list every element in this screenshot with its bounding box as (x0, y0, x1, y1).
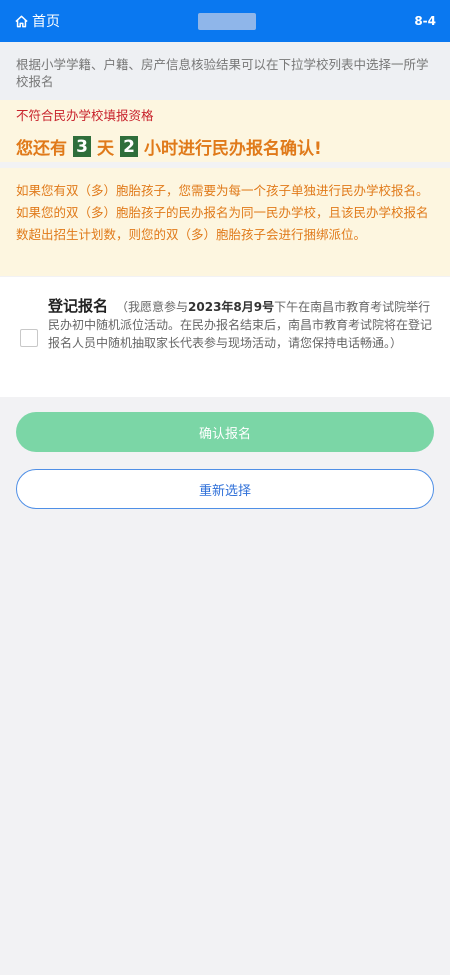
registration-checkbox[interactable] (20, 329, 38, 347)
notice-text: 如果您有双（多）胞胎孩子，您需要为每一个孩子单独进行民办学校报名。如果您的双（多… (16, 183, 429, 242)
home-icon (15, 15, 28, 27)
registration-text-a: （我愿意参与 (116, 300, 189, 314)
countdown-suffix: 小时进行民办报名确认! (144, 139, 322, 159)
hours-count: 2 (120, 136, 138, 157)
registration-text: 登记报名 （我愿意参与2023年8月9号下午在南昌市教育考试院举行民办初中随机派位… (48, 297, 432, 352)
countdown-prefix: 您还有 (16, 139, 67, 159)
reselect-button[interactable]: 重新选择 (16, 469, 434, 509)
warning-title: 不符合民办学校填报资格 (16, 108, 154, 123)
top-nav-bar: 首页 8-4 (0, 0, 450, 42)
home-label: 首页 (32, 14, 60, 30)
confirm-registration-button[interactable]: 确认报名 (16, 412, 434, 452)
registration-section: 登记报名 （我愿意参与2023年8月9号下午在南昌市教育考试院举行民办初中随机派位… (0, 277, 450, 397)
registration-date: 2023年8月9号 (188, 300, 275, 314)
day-unit: 天 (97, 139, 114, 159)
warning-box: 不符合民办学校填报资格 您还有 3 天 2 小时进行民办报名确认! (0, 100, 450, 162)
page-title-blurred (198, 13, 256, 30)
page-code: 8-4 (414, 14, 436, 28)
days-count: 3 (73, 136, 91, 157)
home-link[interactable]: 首页 (14, 11, 60, 31)
info-text: 根据小学学籍、户籍、房产信息核验结果可以在下拉学校列表中选择一所学校报名 (16, 57, 429, 89)
notice-box: 如果您有双（多）胞胎孩子，您需要为每一个孩子单独进行民办学校报名。如果您的双（多… (0, 168, 450, 276)
registration-title: 登记报名 (48, 297, 109, 315)
countdown: 您还有 3 天 2 小时进行民办报名确认! (16, 134, 434, 159)
